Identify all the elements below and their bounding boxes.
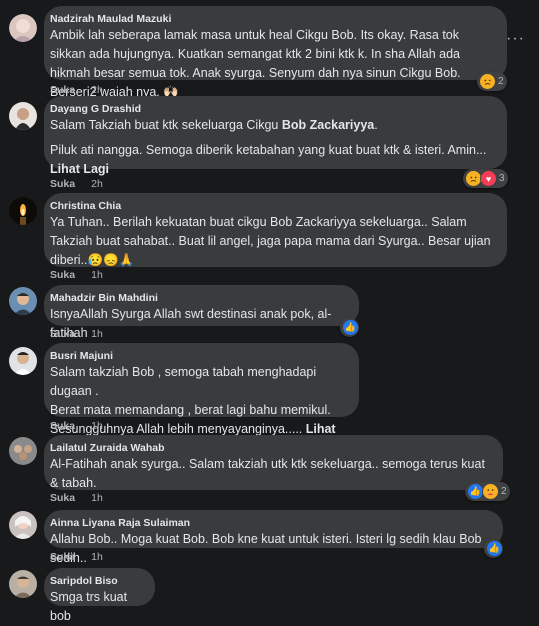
- comment-timestamp[interactable]: 1h: [91, 420, 103, 432]
- mentioned-name[interactable]: Bob Zackariyya: [282, 118, 374, 132]
- comment-bubble: Mahadzir Bin Mahdini IsnyaAllah Syurga A…: [44, 285, 359, 340]
- comment-actions: Suka 1h: [50, 492, 103, 504]
- like-button[interactable]: Suka: [50, 551, 75, 563]
- comment-author[interactable]: Nadzirah Maulad Mazuki: [50, 12, 495, 26]
- comment-timestamp[interactable]: 1h: [91, 492, 103, 504]
- comment-timestamp[interactable]: 1h: [91, 551, 103, 563]
- comment-author[interactable]: Busri Majuni: [50, 349, 347, 363]
- avatar[interactable]: [9, 102, 37, 130]
- comment-author[interactable]: Lailatul Zuraida Wahab: [50, 441, 491, 455]
- comment-text: Al-Fatihah anak syurga.. Salam takziah u…: [50, 457, 489, 490]
- comment-author[interactable]: Saripdol Biso: [50, 574, 143, 588]
- comment-bubble: Lailatul Zuraida Wahab Al-Fatihah anak s…: [44, 435, 503, 490]
- comment-bubble: Busri Majuni Salam takziah Bob , semoga …: [44, 343, 359, 455]
- comment-timestamp[interactable]: 2h: [91, 84, 103, 96]
- avatar[interactable]: [9, 347, 37, 375]
- comment-bubble: Nadzirah Maulad Mazuki Ambik lah seberap…: [44, 6, 507, 99]
- comment-actions: Suka 1h: [50, 328, 103, 340]
- like-button[interactable]: Suka: [50, 420, 75, 432]
- comment-author[interactable]: Ainna Liyana Raja Sulaiman: [50, 516, 491, 530]
- comment-bubble: Saripdol Biso Smga trs kuat bob: [44, 568, 155, 623]
- avatar[interactable]: [9, 570, 37, 598]
- reaction-summary[interactable]: ♥ 3: [463, 169, 508, 188]
- comment-text: Allahu Bob.. Moga kuat Bob. Bob kne kuat…: [50, 532, 485, 565]
- reaction-summary[interactable]: 2: [477, 72, 507, 91]
- see-more-link[interactable]: Lihat Lagi: [50, 162, 109, 176]
- comment-author[interactable]: Christina Chia: [50, 199, 495, 213]
- like-reaction-icon: 👍: [342, 319, 359, 336]
- reaction-count: 2: [498, 76, 504, 87]
- comment-timestamp[interactable]: 1h: [91, 269, 103, 281]
- comment-bubble: Dayang G Drashid Salam Takziah buat ktk …: [44, 96, 507, 176]
- comment-bubble: Christina Chia Ya Tuhan.. Berilah kekuat…: [44, 193, 507, 267]
- avatar[interactable]: [9, 197, 37, 225]
- sad-reaction-icon: [479, 73, 496, 90]
- comment-actions: Suka 1h: [50, 551, 103, 563]
- like-button[interactable]: Suka: [50, 328, 75, 340]
- more-horizontal-icon[interactable]: ···: [506, 30, 525, 48]
- comment-bubble: Ainna Liyana Raja Sulaiman Allahu Bob.. …: [44, 510, 503, 565]
- like-button[interactable]: Suka: [50, 178, 75, 190]
- reaction-summary[interactable]: 👍 2: [465, 482, 510, 501]
- comment-text: Smga trs kuat bob: [50, 590, 131, 623]
- reaction-summary[interactable]: 👍: [340, 318, 359, 337]
- comment-actions: Suka 1h: [50, 269, 103, 281]
- comment-text: Salam Takziah buat ktk sekeluarga Cikgu …: [50, 118, 378, 132]
- like-reaction-icon: 👍: [486, 540, 503, 557]
- comment-timestamp[interactable]: 2h: [91, 178, 103, 190]
- reaction-summary[interactable]: 👍: [484, 539, 503, 558]
- comment-actions: Suka 2h: [50, 84, 103, 96]
- avatar[interactable]: [9, 14, 37, 42]
- avatar[interactable]: [9, 287, 37, 315]
- avatar[interactable]: [9, 511, 37, 539]
- comment-timestamp[interactable]: 1h: [91, 328, 103, 340]
- comment-actions: Suka 1h: [50, 420, 103, 432]
- like-button[interactable]: Suka: [50, 84, 75, 96]
- comment-text: Ya Tuhan.. Berilah kekuatan buat cikgu B…: [50, 215, 495, 267]
- comment-text-line: Piluk ati nangga. Semoga diberik ketabah…: [50, 143, 487, 176]
- avatar[interactable]: [9, 437, 37, 465]
- like-button[interactable]: Suka: [50, 269, 75, 281]
- like-button[interactable]: Suka: [50, 492, 75, 504]
- comment-text: Ambik lah seberapa lamak masa untuk heal…: [50, 28, 465, 99]
- comment-author[interactable]: Mahadzir Bin Mahdini: [50, 291, 347, 305]
- comment-author[interactable]: Dayang G Drashid: [50, 102, 495, 116]
- love-reaction-icon: ♥: [480, 170, 497, 187]
- reaction-count: 3: [499, 173, 505, 184]
- reaction-count: 2: [501, 486, 507, 497]
- care-reaction-icon: [482, 483, 499, 500]
- comment-actions: Suka 2h: [50, 178, 103, 190]
